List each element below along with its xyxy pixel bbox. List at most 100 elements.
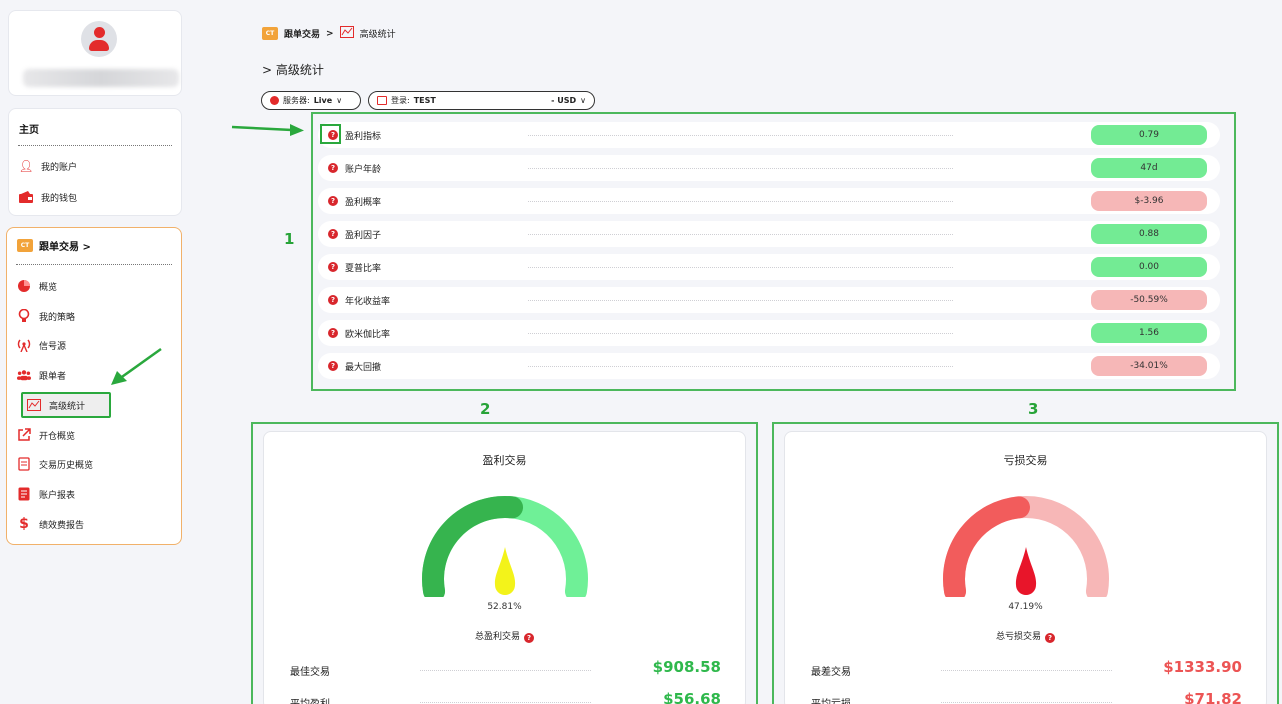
sidebar-item-overview[interactable]: 概览 <box>17 275 167 297</box>
help-icon[interactable]: ? <box>328 295 338 305</box>
chevron-down-icon: ∨ <box>336 96 343 105</box>
best-trade-row: 最佳交易 $908.58 <box>290 658 721 678</box>
calendar-icon <box>377 96 387 105</box>
breadcrumb-separator: > <box>326 28 334 39</box>
blurred-username <box>23 69 179 87</box>
dotted-leader <box>528 267 953 268</box>
metric-label: 夏普比率 <box>345 264 382 274</box>
sidebar-item-my-strategy[interactable]: 我的策略 <box>17 305 167 327</box>
worst-trade-value: $1333.90 <box>1163 658 1242 676</box>
gauge-needle <box>1015 547 1036 595</box>
sidebar-item-account-report[interactable]: 账户报表 <box>17 483 167 505</box>
sidebar-item-open-positions[interactable]: 开仓概览 <box>17 424 167 446</box>
divider <box>18 145 172 146</box>
annotation-number-3: 3 <box>1028 400 1039 418</box>
dotted-leader <box>528 333 953 334</box>
annotation-arrow-sidebar <box>111 347 162 385</box>
loss-subtitle: 总亏损交易? <box>785 629 1266 643</box>
metric-row: ? 夏普比率 0.00 <box>318 254 1220 280</box>
dotted-leader <box>528 366 953 367</box>
metric-label: 盈利概率 <box>345 198 382 208</box>
profit-gauge <box>421 496 588 597</box>
loss-card-title: 亏损交易 <box>1003 454 1048 467</box>
server-select[interactable]: 服务器: Live ∨ <box>261 91 361 110</box>
dotted-leader <box>528 234 953 235</box>
help-icon[interactable]: ? <box>328 361 338 371</box>
average-loss-row: 平均亏损 $71.82 <box>811 690 1242 704</box>
home-nav-card: 主页 👤︎ 我的账户 我的钱包 <box>8 108 182 216</box>
worst-trade-row: 最差交易 $1333.90 <box>811 658 1242 678</box>
metric-row: ? 盈利指标 0.79 <box>318 122 1220 148</box>
loss-percent: 47.19% <box>1008 602 1043 612</box>
sidebar-item-my-wallet[interactable]: 我的钱包 <box>19 186 169 208</box>
signal-icon <box>17 338 31 352</box>
breadcrumb-current: 高级统计 <box>359 30 396 40</box>
metric-value: -50.59% <box>1091 290 1207 310</box>
help-icon[interactable]: ? <box>1045 633 1055 643</box>
server-icon <box>270 96 279 105</box>
metric-value: 0.00 <box>1091 257 1207 277</box>
dotted-leader <box>528 300 953 301</box>
best-trade-value: $908.58 <box>652 658 721 676</box>
copy-trading-section-title[interactable]: CT 跟单交易 > <box>17 238 91 253</box>
help-icon[interactable]: ? <box>524 633 534 643</box>
loss-gauge <box>942 496 1109 597</box>
profit-card-title: 盈利交易 <box>482 454 527 467</box>
sidebar-item-trade-history[interactable]: 交易历史概览 <box>17 453 167 475</box>
metric-value: -34.01% <box>1091 356 1207 376</box>
profit-trades-panel: 盈利交易 52.81% 总盈利交易? 最佳交易 $908.58 平均盈利 $56… <box>251 422 758 704</box>
metric-value: 1.56 <box>1091 323 1207 343</box>
gauge-fill <box>942 496 1030 597</box>
profit-subtitle: 总盈利交易? <box>264 629 745 643</box>
login-select[interactable]: 登录: TEST - USD ∨ <box>368 91 595 110</box>
avatar[interactable] <box>81 21 117 57</box>
sidebar-item-my-account[interactable]: 👤︎ 我的账户 <box>18 155 169 177</box>
help-icon[interactable]: ? <box>328 262 338 272</box>
metric-row: ? 账户年龄 47d <box>318 155 1220 181</box>
annotation-number-2: 2 <box>480 400 491 418</box>
dotted-leader <box>528 201 953 202</box>
stats-icon <box>27 398 41 412</box>
dotted-leader <box>528 168 953 169</box>
loss-trades-card: 亏损交易 47.19% 总亏损交易? 最差交易 $1333.90 平均亏损 $7… <box>784 431 1267 704</box>
metric-value: 0.79 <box>1091 125 1207 145</box>
average-loss-value: $71.82 <box>1184 690 1242 704</box>
average-profit-value: $56.68 <box>663 690 721 704</box>
metric-row: ? 盈利概率 $-3.96 <box>318 188 1220 214</box>
metric-row: ? 最大回撤 -34.01% <box>318 353 1220 379</box>
average-profit-row: 平均盈利 $56.68 <box>290 690 721 704</box>
home-section-title: 主页 <box>19 125 39 136</box>
profit-percent: 52.81% <box>487 602 522 612</box>
help-icon[interactable]: ? <box>328 163 338 173</box>
chevron-down-icon: ∨ <box>580 96 586 105</box>
help-icon[interactable]: ? <box>328 328 338 338</box>
wallet-icon <box>19 190 33 204</box>
page-title: > 高级统计 <box>262 63 324 77</box>
sidebar-item-performance-fee[interactable]: $ 绩效费报告 <box>17 513 167 535</box>
pie-chart-icon <box>17 279 31 293</box>
breadcrumb-root[interactable]: 跟单交易 <box>284 27 320 40</box>
annotation-number-1: 1 <box>284 230 295 248</box>
metric-label: 年化收益率 <box>345 297 391 307</box>
metrics-panel: ? 盈利指标 0.79? 账户年龄 47d? 盈利概率 $-3.96? 盈利因子 0.88? 夏普… <box>311 112 1236 391</box>
loss-trades-panel: 亏损交易 47.19% 总亏损交易? 最差交易 $1333.90 平均亏损 $7… <box>772 422 1279 704</box>
users-icon <box>17 368 31 382</box>
copy-trading-logo-icon: CT <box>262 27 278 40</box>
sidebar-item-advanced-stats[interactable]: 高级统计 <box>21 392 111 418</box>
copy-trading-logo-icon: CT <box>17 239 33 252</box>
metric-value: 47d <box>1091 158 1207 178</box>
help-icon[interactable]: ? <box>328 196 338 206</box>
annotation-arrow-metric <box>231 124 304 136</box>
dollar-icon: $ <box>19 516 29 532</box>
user-icon: 👤︎ <box>18 159 34 173</box>
profit-trades-card: 盈利交易 52.81% 总盈利交易? 最佳交易 $908.58 平均盈利 $56… <box>263 431 746 704</box>
breadcrumb: CT 跟单交易 > 高级统计 <box>262 26 396 41</box>
metric-label: 最大回撤 <box>345 363 382 373</box>
divider <box>16 264 172 265</box>
metric-row: ? 盈利因子 0.88 <box>318 221 1220 247</box>
metric-row: ? 年化收益率 -50.59% <box>318 287 1220 313</box>
help-icon[interactable]: ? <box>328 229 338 239</box>
metric-label: 账户年龄 <box>345 165 382 175</box>
metric-label: 欧米伽比率 <box>345 330 391 340</box>
dotted-leader <box>528 135 953 136</box>
